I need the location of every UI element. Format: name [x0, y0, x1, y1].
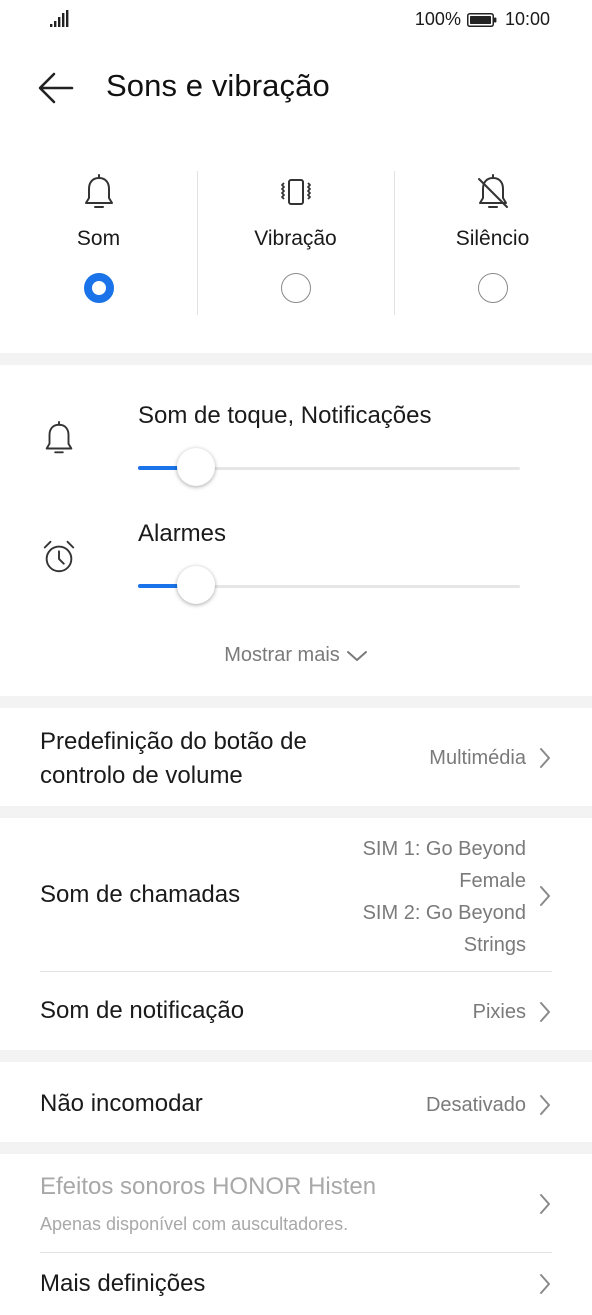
volume-ringtone: Som de toque, Notificações — [0, 402, 592, 502]
volume-alarms: Alarmes — [0, 520, 592, 620]
chevron-right-icon — [540, 1095, 550, 1115]
volume-label: Som de toque, Notificações — [138, 402, 432, 429]
battery-icon — [466, 12, 497, 27]
slider-thumb[interactable] — [176, 566, 215, 604]
more-settings-item[interactable]: Mais definições — [0, 1253, 592, 1315]
mode-vibration[interactable]: Vibração — [197, 165, 394, 320]
chevron-right-icon — [540, 1002, 550, 1022]
mode-label: Silêncio — [455, 227, 530, 250]
chevron-down-icon — [346, 650, 367, 661]
item-value: Desativado — [425, 1094, 526, 1116]
mode-radio-sound[interactable] — [83, 273, 114, 303]
item-title: Som de chamadas — [40, 881, 241, 908]
item-title: Não incomodar — [40, 1090, 203, 1117]
section-divider — [0, 1050, 592, 1062]
vibration-icon — [280, 179, 311, 205]
item-subtitle: Apenas disponível com auscultadores. — [40, 1214, 349, 1234]
bell-off-icon — [477, 174, 508, 208]
do-not-disturb-item[interactable]: Não incomodar Desativado — [0, 1062, 592, 1142]
alarm-volume-slider[interactable] — [138, 566, 520, 606]
histen-effects-item[interactable]: Efeitos sonoros HONOR Histen Apenas disp… — [0, 1154, 592, 1252]
mode-label: Vibração — [254, 227, 337, 250]
item-title-line2: controlo de volume — [40, 762, 243, 789]
clock: 10:00 — [504, 9, 550, 29]
back-arrow-icon[interactable] — [36, 70, 76, 106]
ringtone-volume-slider[interactable] — [138, 448, 520, 488]
item-title: Predefinição do botão de controlo de volu… — [40, 725, 307, 793]
notification-sound-item[interactable]: Som de notificação Pixies — [0, 972, 592, 1050]
ringtone-item[interactable]: Som de chamadas SIM 1: Go Beyond Female … — [0, 818, 592, 972]
mode-radio-silent[interactable] — [477, 273, 508, 303]
bell-icon — [84, 174, 113, 208]
page-title: Sons e vibração — [106, 68, 330, 103]
chevron-right-icon — [540, 1194, 550, 1214]
ringtone-value-line: SIM 1: Go Beyond — [362, 838, 526, 860]
mode-radio-vibration[interactable] — [280, 273, 311, 303]
battery-percentage: 100% — [414, 9, 461, 29]
item-title: Efeitos sonoros HONOR Histen — [40, 1173, 377, 1200]
volume-button-default-item[interactable]: Predefinição do botão de controlo de volu… — [0, 708, 592, 806]
status-right: 100% 10:00 — [415, 9, 550, 30]
mode-silent[interactable]: Silêncio — [394, 165, 591, 320]
item-value: Multimédia — [429, 747, 526, 769]
show-more-button[interactable]: Mostrar mais — [0, 644, 592, 667]
item-title-line1: Predefinição do botão de — [40, 728, 307, 755]
item-value: SIM 1: Go Beyond Female SIM 2: Go Beyond… — [363, 833, 526, 961]
chevron-right-icon — [540, 886, 550, 906]
alarm-clock-icon — [43, 540, 75, 573]
chevron-right-icon — [540, 1274, 550, 1294]
item-value: Pixies — [472, 1001, 526, 1023]
item-title: Mais definições — [40, 1270, 206, 1297]
ringtone-value-line: Strings — [463, 934, 526, 956]
item-title: Som de notificação — [40, 997, 245, 1024]
section-divider — [0, 353, 592, 365]
section-divider — [0, 806, 592, 818]
chevron-right-icon — [540, 748, 550, 768]
ringtone-value-line: Female — [459, 870, 526, 892]
signal-strength-icon — [50, 10, 69, 27]
slider-thumb[interactable] — [176, 448, 215, 486]
status-bar: 100% 10:00 — [0, 0, 592, 40]
mode-sound[interactable]: Som — [0, 165, 197, 320]
ringtone-value-line: SIM 2: Go Beyond — [362, 902, 526, 924]
show-more-label: Mostrar mais — [224, 644, 340, 666]
sound-mode-selector: Som Vibração Silêncio — [0, 165, 592, 320]
section-divider — [0, 1142, 592, 1154]
mode-label: Som — [76, 227, 121, 250]
volume-label: Alarmes — [138, 520, 227, 547]
bell-icon — [45, 420, 73, 454]
app-bar: Sons e vibração — [0, 54, 592, 122]
section-divider — [0, 696, 592, 708]
